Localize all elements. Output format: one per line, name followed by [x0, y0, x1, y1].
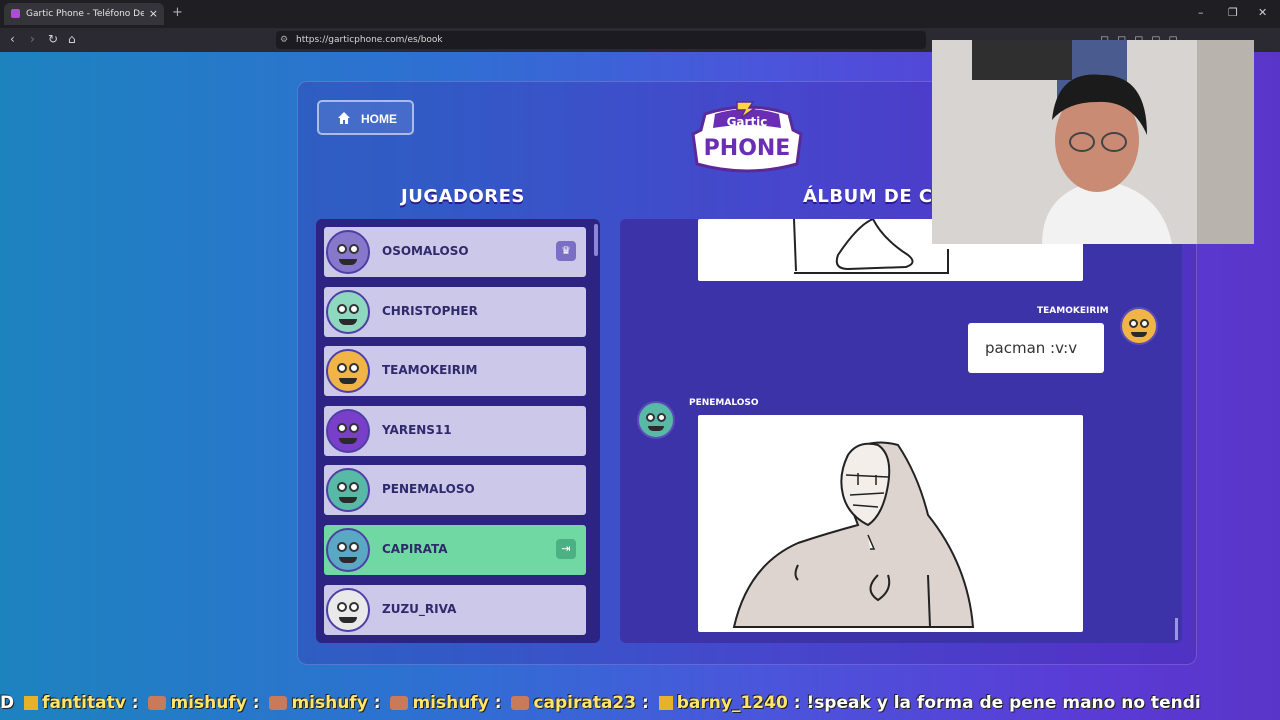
player-name: OSOMALOSO	[382, 244, 469, 258]
chat-message: !speak y la forma de pene mano no tendi	[806, 693, 1201, 713]
badge-icon	[658, 696, 673, 710]
album-scrollbar[interactable]	[1175, 618, 1178, 640]
chat-user: fantitatv	[42, 693, 126, 713]
player-name: PENEMALOSO	[382, 482, 475, 496]
player-row: CHRISTOPHER	[324, 287, 586, 337]
player-row: TEAMOKEIRIM	[324, 346, 586, 396]
chat-user: capirata23	[533, 693, 637, 713]
emote-icon	[269, 696, 288, 710]
logo-bottom-text: PHONE	[704, 136, 791, 161]
chat-prefix: D	[0, 693, 15, 713]
player-avatar	[326, 409, 370, 453]
author-avatar	[1120, 307, 1158, 345]
player-row: ZUZU_RIVA	[324, 585, 586, 635]
logo-top-text: Gartic	[727, 115, 768, 129]
album-title: ÁLBUM DE CA	[803, 186, 948, 207]
player-avatar	[326, 588, 370, 632]
chat-separator: :	[252, 693, 260, 713]
forward-icon[interactable]: ›	[30, 32, 35, 46]
browser-tab-bar: Gartic Phone - Teléfono Descon × + – ❐ ✕	[0, 0, 1280, 28]
chat-separator: :	[793, 693, 801, 713]
url-text: https://garticphone.com/es/book	[296, 35, 443, 45]
browser-tab[interactable]: Gartic Phone - Teléfono Descon ×	[4, 3, 164, 25]
back-icon[interactable]: ‹	[10, 32, 15, 46]
tab-title: Gartic Phone - Teléfono Descon	[26, 9, 144, 19]
new-tab-button[interactable]: +	[172, 5, 183, 20]
tab-close-icon[interactable]: ×	[149, 3, 158, 25]
chat-user: mishufy	[170, 693, 247, 713]
entry-author: PENEMALOSO	[689, 398, 759, 408]
text-entry: pacman :v:v	[968, 323, 1104, 373]
player-row: YARENS11	[324, 406, 586, 456]
chat-separator: :	[642, 693, 649, 713]
chat-separator: :	[373, 693, 381, 713]
gartic-favicon-icon	[11, 9, 20, 18]
author-avatar	[637, 401, 675, 439]
players-title: JUGADORES	[401, 186, 525, 207]
reload-icon[interactable]: ↻	[48, 32, 58, 46]
album-drawing	[698, 415, 1083, 632]
chat-separator: :	[494, 693, 502, 713]
player-row: CAPIRATA ⇥	[324, 525, 586, 575]
player-row: PENEMALOSO	[324, 465, 586, 515]
player-row: OSOMALOSO ♛	[324, 227, 586, 277]
chat-user: mishufy	[412, 693, 489, 713]
text-entry-value: pacman :v:v	[985, 339, 1078, 357]
close-window-button[interactable]: ✕	[1258, 6, 1267, 19]
player-avatar	[326, 528, 370, 572]
player-name: YARENS11	[382, 423, 452, 437]
stream-chat-overlay: D fantitatv : mishufy : mishufy : mishuf…	[0, 689, 1280, 717]
player-name: TEAMOKEIRIM	[382, 363, 478, 377]
entry-author: TEAMOKEIRIM	[1037, 306, 1109, 316]
home-label: HOME	[361, 112, 397, 126]
emote-icon	[390, 696, 409, 710]
gartic-phone-logo: Gartic PHONE	[685, 100, 809, 174]
home-button[interactable]: HOME	[317, 100, 414, 135]
chat-user: barny_1240	[676, 693, 788, 713]
crown-icon: ♛	[556, 241, 576, 261]
player-avatar	[326, 468, 370, 512]
site-info-icon[interactable]: ⚙	[280, 31, 288, 49]
emote-icon	[511, 696, 530, 710]
webcam-overlay	[932, 40, 1254, 244]
maximize-button[interactable]: ❐	[1228, 6, 1238, 19]
player-avatar	[326, 230, 370, 274]
player-name: CHRISTOPHER	[382, 304, 478, 318]
chat-user: mishufy	[291, 693, 368, 713]
address-bar[interactable]: ⚙ https://garticphone.com/es/book	[276, 31, 926, 49]
chat-separator: :	[131, 693, 139, 713]
player-avatar	[326, 290, 370, 334]
minimize-button[interactable]: –	[1198, 6, 1204, 19]
home-icon[interactable]: ⌂	[68, 32, 76, 46]
kick-player-icon[interactable]: ⇥	[556, 539, 576, 559]
player-avatar	[326, 349, 370, 393]
player-name: ZUZU_RIVA	[382, 602, 457, 616]
emote-icon	[148, 696, 167, 710]
badge-icon	[24, 696, 39, 710]
home-icon	[337, 111, 351, 128]
player-name: CAPIRATA	[382, 542, 448, 556]
players-scrollbar[interactable]	[594, 224, 598, 256]
